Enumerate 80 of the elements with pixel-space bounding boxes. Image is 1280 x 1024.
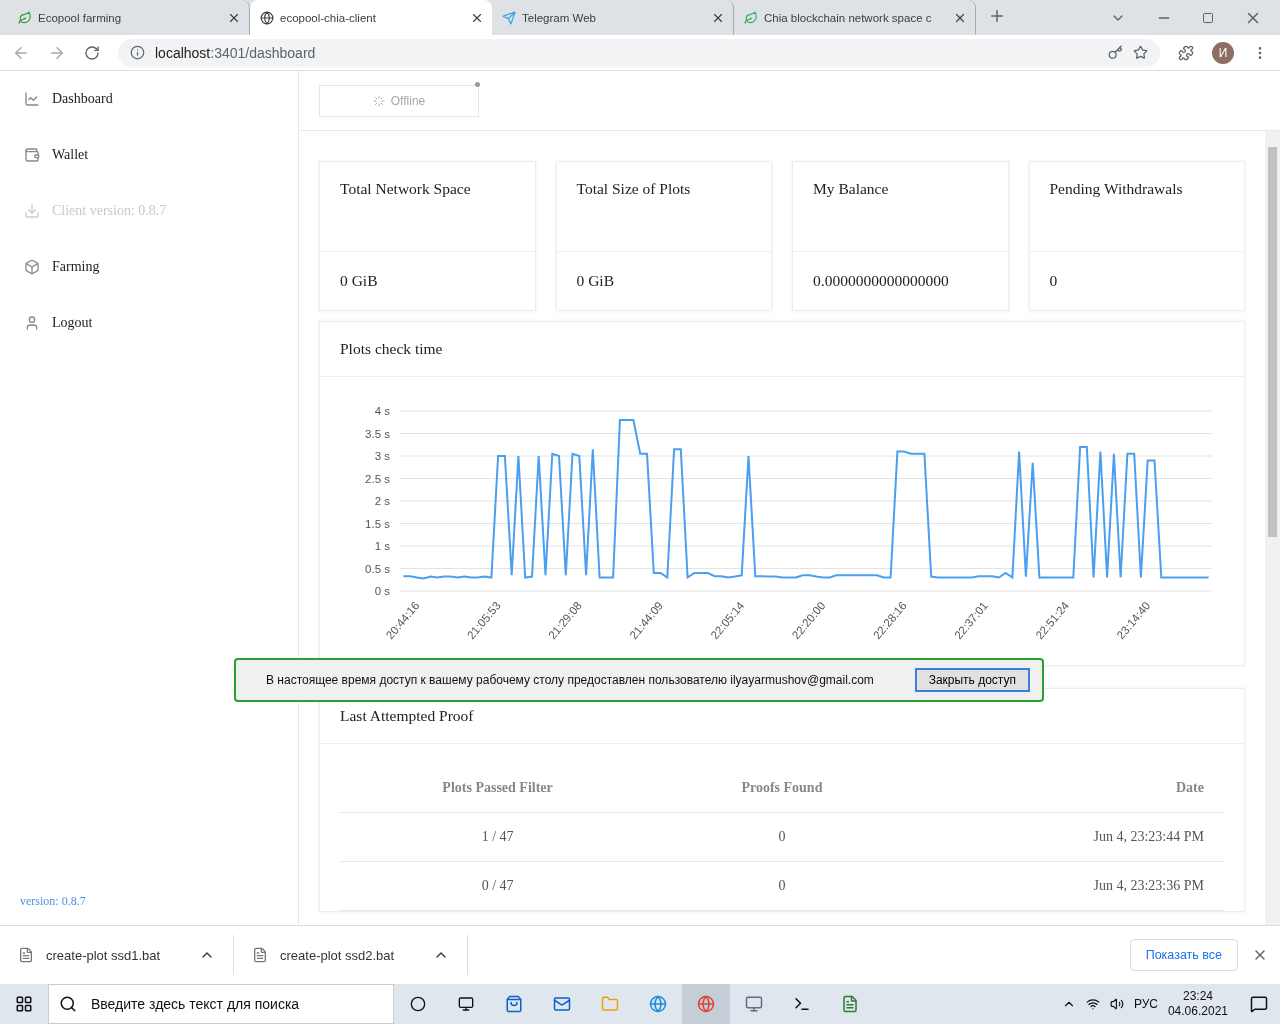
axis-tick-label: 3 s bbox=[374, 450, 390, 462]
language-indicator[interactable]: РУС bbox=[1133, 997, 1158, 1011]
axis-tick-label: 0.5 s bbox=[365, 562, 390, 575]
user-icon bbox=[24, 315, 40, 331]
table-cell: Jun 4, 23:23:36 PM bbox=[908, 861, 1224, 911]
show-all-button[interactable]: Показать все bbox=[1129, 939, 1238, 971]
column-header: Proofs Found bbox=[655, 764, 909, 813]
leaf-icon bbox=[18, 10, 32, 25]
restore-icon[interactable] bbox=[1202, 11, 1214, 24]
axis-tick-label: 4 s bbox=[374, 405, 390, 417]
chart-icon bbox=[24, 91, 40, 107]
axis-tick-label: 0 s bbox=[374, 585, 390, 597]
axis-tick-label: 2 s bbox=[374, 495, 390, 507]
wallet-icon bbox=[24, 147, 40, 163]
table-cell: 1 / 47 bbox=[340, 812, 656, 862]
banner-message: В настоящее время доступ к вашему рабочему столу предоставлен пользователю ilyayarmushov@gmail.com bbox=[266, 673, 874, 687]
taskbar-search-field[interactable]: Введите здесь текст для поиска bbox=[48, 984, 394, 1024]
windows-start-icon[interactable] bbox=[15, 995, 33, 1013]
circle-icon[interactable] bbox=[410, 996, 426, 1012]
box-icon bbox=[24, 259, 40, 275]
card-title: Pending Withdrawals bbox=[1029, 162, 1244, 252]
axis-tick-label: 1.5 s bbox=[365, 517, 390, 530]
file-icon bbox=[252, 947, 268, 963]
table-cell: 0 bbox=[655, 812, 909, 862]
card-title: Total Size of Plots bbox=[556, 162, 771, 252]
new-tab-icon[interactable] bbox=[988, 7, 1006, 25]
address-bar[interactable]: localhost:3401/dashboard bbox=[118, 38, 1160, 67]
version-text: version: 0.8.7 bbox=[20, 894, 87, 909]
wifi-icon[interactable] bbox=[1085, 997, 1100, 1011]
search-icon bbox=[59, 995, 77, 1013]
paper-plane-icon bbox=[502, 10, 516, 25]
download-item[interactable]: create-plot ssd2.bat bbox=[234, 935, 468, 975]
sidebar-item[interactable]: Wallet bbox=[24, 127, 298, 183]
shopping-bag-icon[interactable] bbox=[505, 995, 523, 1013]
globe-icon[interactable] bbox=[649, 995, 667, 1013]
notification-icon[interactable] bbox=[1250, 995, 1268, 1013]
stat-value: 0 bbox=[1048, 271, 1059, 291]
card-title: My Balance bbox=[793, 162, 1008, 252]
card-title: Total Network Space bbox=[320, 162, 535, 252]
download-item[interactable]: create-plot ssd1.bat bbox=[0, 935, 234, 975]
browser-tab[interactable]: Chia blockchain network space c bbox=[734, 0, 976, 35]
table-cell: 0 bbox=[655, 861, 909, 911]
mail-icon[interactable] bbox=[553, 995, 571, 1013]
column-header: Date bbox=[908, 764, 1224, 813]
file-icon bbox=[18, 947, 34, 963]
stat-value: 0 GiB bbox=[575, 271, 615, 291]
status-dot bbox=[475, 82, 480, 87]
card-title: Plots check time bbox=[320, 322, 1244, 377]
globe-icon[interactable] bbox=[697, 995, 715, 1013]
clock[interactable]: 23:24 04.06.2021 bbox=[1167, 989, 1228, 1019]
axis-tick-label: 1 s bbox=[374, 540, 390, 552]
stat-value: 0.0000000000000000 bbox=[812, 271, 950, 291]
table-cell: 0 / 47 bbox=[340, 861, 656, 911]
monitor-icon[interactable] bbox=[745, 995, 763, 1013]
browser-tab[interactable]: Telegram Web bbox=[492, 0, 734, 35]
reload-icon[interactable] bbox=[84, 44, 100, 61]
terminal-icon[interactable] bbox=[793, 995, 811, 1013]
stat-value: 0 GiB bbox=[339, 271, 379, 291]
table-cell: Jun 4, 23:23:44 PM bbox=[908, 812, 1224, 862]
download-icon bbox=[24, 203, 40, 219]
globe-icon bbox=[260, 10, 274, 25]
leaf-icon bbox=[744, 10, 758, 25]
scrollbar[interactable] bbox=[1265, 131, 1280, 925]
puzzle-icon[interactable] bbox=[1178, 44, 1194, 61]
browser-tab[interactable]: ecopool-chia-client bbox=[250, 0, 492, 35]
stop-sharing-button[interactable]: Закрыть доступ bbox=[914, 668, 1030, 692]
speaker-icon[interactable] bbox=[1109, 997, 1124, 1011]
window-icon[interactable] bbox=[841, 995, 859, 1013]
profile-avatar[interactable]: И bbox=[1212, 41, 1234, 64]
task-view-icon[interactable] bbox=[458, 996, 474, 1012]
key-icon[interactable] bbox=[1108, 45, 1123, 60]
spinner-icon bbox=[372, 95, 385, 107]
info-icon bbox=[130, 45, 145, 60]
axis-tick-label: 2.5 s bbox=[365, 472, 390, 485]
star-icon[interactable] bbox=[1133, 45, 1148, 60]
sidebar-item[interactable]: Dashboard bbox=[24, 71, 298, 127]
column-header: Plots Passed Filter bbox=[340, 764, 656, 813]
sidebar-item[interactable]: Logout bbox=[24, 295, 298, 351]
sidebar-item[interactable]: Farming bbox=[24, 239, 298, 295]
axis-tick-label: 3.5 s bbox=[365, 427, 390, 440]
